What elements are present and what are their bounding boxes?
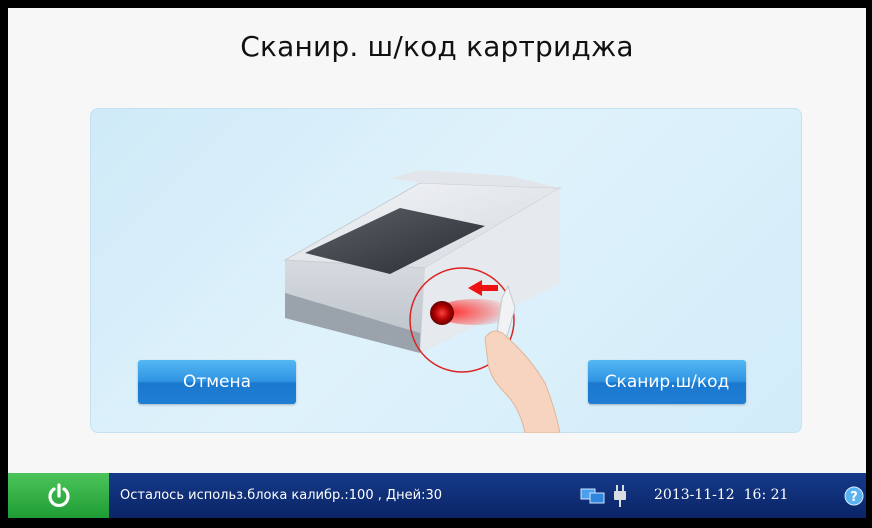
illustration-panel: Отмена Сканир.ш/код [90, 108, 802, 433]
scan-barcode-button[interactable]: Сканир.ш/код [588, 360, 746, 404]
datetime: 2013-11-12 16: 21 [654, 473, 788, 518]
power-icon [47, 482, 70, 507]
power-plug-icon [614, 485, 626, 507]
cancel-button[interactable]: Отмена [138, 360, 296, 404]
analyzer-device [283, 170, 562, 353]
status-bar: Осталось использ.блока калибр.:100 , Дне… [8, 473, 866, 518]
network-icon [580, 488, 605, 504]
hand [484, 330, 561, 433]
time: 16: 21 [743, 487, 789, 503]
calibration-status: Осталось использ.блока калибр.:100 , Дне… [120, 488, 443, 503]
date: 2013-11-12 [654, 487, 735, 503]
power-button[interactable] [8, 473, 109, 518]
screen: Сканир. ш/код картриджа Отмена Сканир.ш/… [8, 8, 866, 518]
help-icon[interactable]: ? [844, 486, 864, 506]
scanner-lens [430, 301, 454, 325]
page-title: Сканир. ш/код картриджа [240, 30, 634, 63]
svg-text:?: ? [850, 490, 858, 505]
